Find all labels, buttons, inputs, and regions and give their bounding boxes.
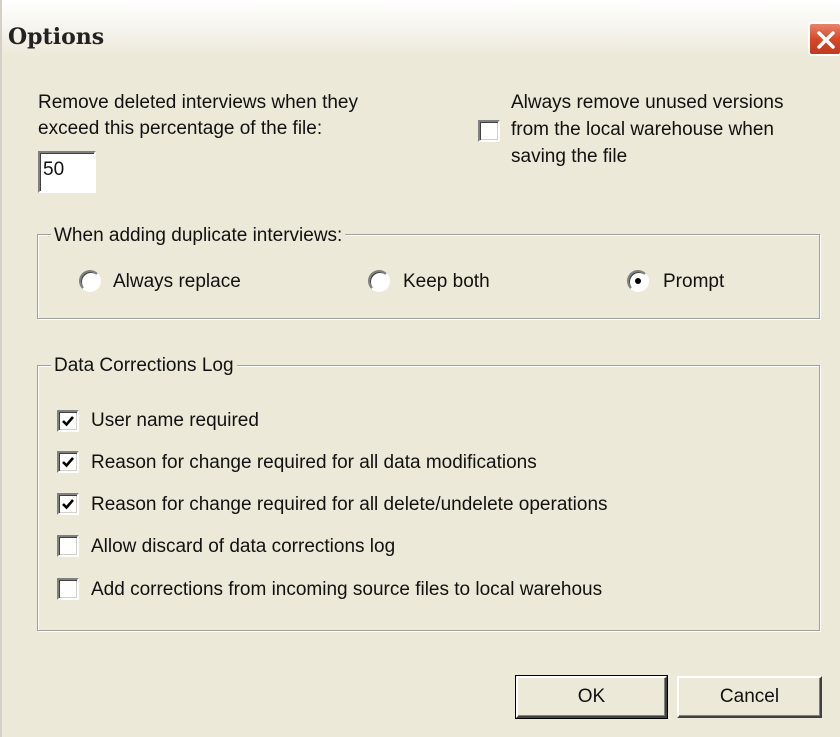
remove-deleted-label-line2: exceed this percentage of the file: [38, 118, 323, 139]
reason-data-modifications-label[interactable]: Reason for change required for all data … [91, 451, 537, 475]
close-button[interactable] [808, 22, 840, 56]
radio-keep-both[interactable] [368, 270, 390, 292]
checkmark-icon [62, 416, 74, 427]
checkmark-icon [62, 457, 74, 468]
remove-unused-label-line3: saving the file [511, 146, 628, 167]
remove-deleted-label-line1: Remove deleted interviews when they [38, 92, 359, 113]
radio-always-replace-label[interactable]: Always replace [113, 270, 241, 294]
corrections-log-legend: Data Corrections Log [51, 355, 237, 377]
dialog-title: Options [8, 24, 105, 50]
remove-unused-checkbox[interactable] [478, 120, 500, 142]
remove-unused-label-line2: from the local warehouse when [511, 119, 774, 140]
radio-always-replace[interactable] [79, 270, 101, 292]
reason-data-modifications-checkbox[interactable] [57, 451, 79, 473]
ok-button[interactable]: OK [515, 675, 668, 719]
duplicates-legend: When adding duplicate interviews: [51, 225, 346, 247]
user-name-required-label[interactable]: User name required [91, 409, 259, 433]
radio-selected-dot [635, 278, 641, 284]
radio-prompt-label[interactable]: Prompt [663, 270, 724, 294]
allow-discard-checkbox[interactable] [57, 535, 79, 557]
reason-delete-undelete-checkbox[interactable] [57, 493, 79, 515]
user-name-required-checkbox[interactable] [57, 410, 79, 432]
reason-delete-undelete-label[interactable]: Reason for change required for all delet… [91, 493, 608, 517]
add-corrections-label[interactable]: Add corrections from incoming source fil… [91, 578, 602, 602]
radio-keep-both-label[interactable]: Keep both [403, 270, 490, 294]
checkmark-icon [62, 499, 74, 510]
close-icon [817, 31, 835, 49]
title-bar[interactable]: Options [2, 0, 840, 58]
allow-discard-label[interactable]: Allow discard of data corrections log [91, 535, 395, 559]
remove-unused-label-line1: Always remove unused versions [511, 92, 784, 113]
cancel-button[interactable]: Cancel [677, 676, 822, 718]
options-dialog: Options Remove deleted interviews when t… [0, 0, 840, 737]
radio-prompt[interactable] [627, 270, 649, 292]
add-corrections-checkbox[interactable] [57, 578, 79, 600]
percentage-input[interactable]: 50 [38, 151, 96, 193]
